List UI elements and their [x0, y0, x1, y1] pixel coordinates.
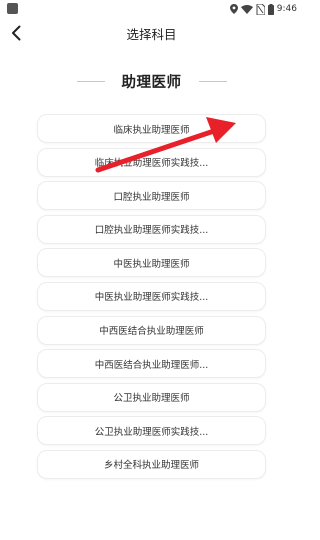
battery-icon — [267, 3, 274, 15]
clock-text: 9:46 — [276, 4, 297, 14]
section-title: 助理医师 — [121, 74, 182, 91]
subject-item[interactable]: 乡村全科执业助理医师 — [37, 449, 266, 479]
no-sim-icon — [256, 3, 265, 15]
subject-item[interactable]: 中医执业助理医师 — [37, 248, 266, 278]
subject-item[interactable]: 临床执业助理医师实践技... — [37, 147, 266, 177]
subject-item[interactable]: 公卫执业助理医师 — [37, 382, 266, 412]
subject-item[interactable]: 口腔执业助理医师实践技... — [37, 214, 266, 244]
notification-icon — [7, 3, 18, 14]
status-icons: 9:46 — [229, 1, 297, 17]
wifi-icon — [240, 4, 253, 14]
subject-item[interactable]: 口腔执业助理医师 — [37, 181, 266, 211]
subject-item[interactable]: 中西医结合执业助理医师 — [37, 315, 266, 345]
page-title: 选择科目 — [126, 27, 177, 42]
app-screen: 9:46 选择科目 助理医师 临床执业助理医师 临床执业助理医师实践技... 口… — [0, 0, 303, 540]
subject-item[interactable]: 中医执业助理医师实践技... — [37, 281, 266, 311]
location-icon — [229, 4, 238, 14]
status-bar: 9:46 — [0, 0, 303, 18]
subject-list: 临床执业助理医师 临床执业助理医师实践技... 口腔执业助理医师 口腔执业助理医… — [37, 114, 266, 484]
section-heading: 助理医师 — [0, 71, 303, 91]
subject-item[interactable]: 公卫执业助理医师实践技... — [37, 416, 266, 446]
divider-left — [76, 80, 105, 82]
subject-item[interactable]: 中西医结合执业助理医师... — [37, 349, 266, 379]
title-bar: 选择科目 — [0, 18, 303, 48]
divider-right — [198, 80, 227, 82]
subject-item[interactable]: 临床执业助理医师 — [37, 114, 266, 143]
